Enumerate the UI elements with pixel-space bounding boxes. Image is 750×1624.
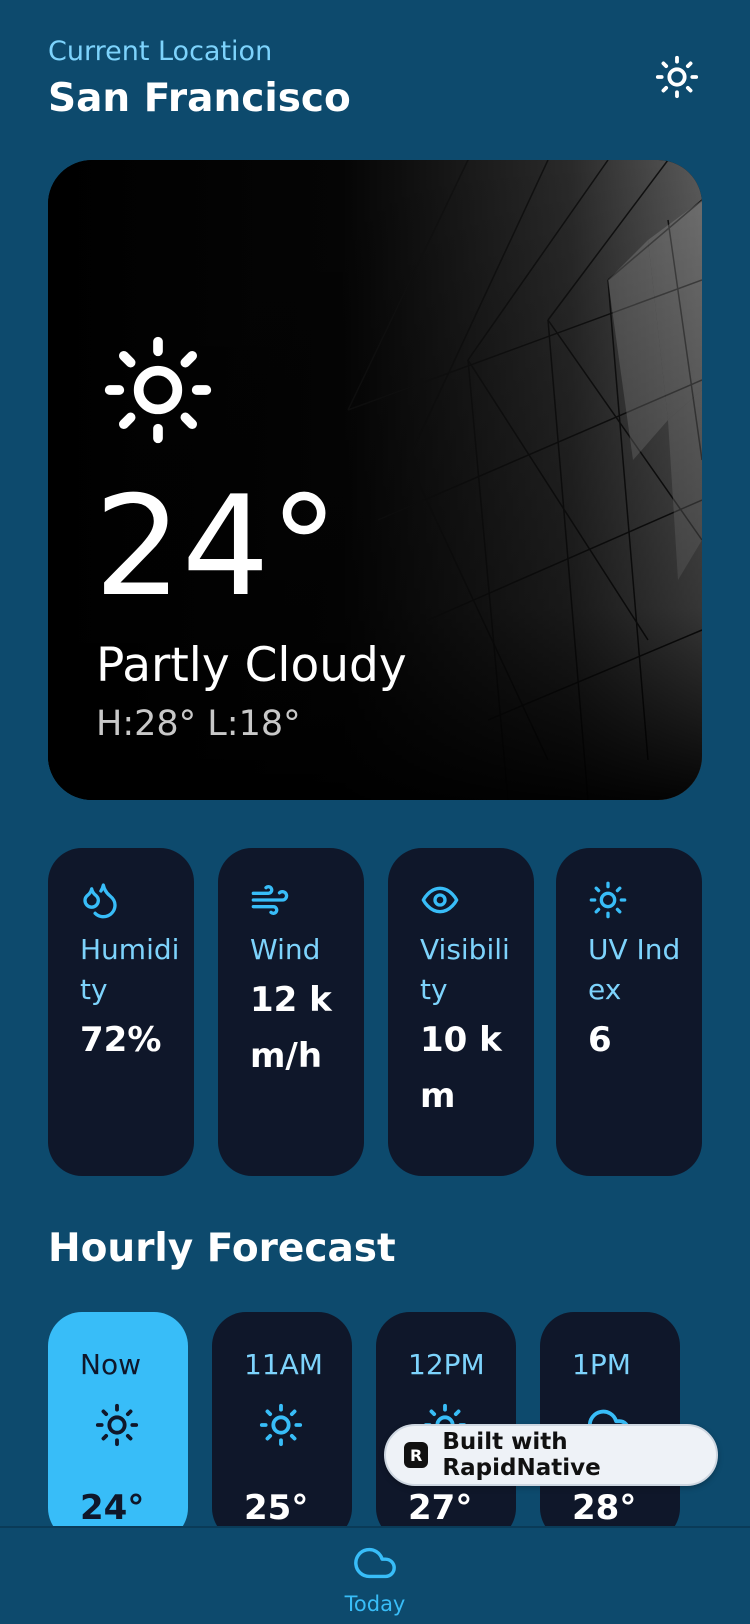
rapidnative-logo-icon: R [404, 1442, 429, 1468]
eye-icon [421, 886, 459, 914]
weather-condition: Partly Cloudy [96, 638, 407, 693]
sun-icon [104, 336, 212, 444]
theme-toggle-button[interactable] [652, 52, 702, 102]
tab-today-label: Today [344, 1592, 406, 1616]
bottom-tab-bar: Today [0, 1526, 750, 1624]
sun-icon [655, 55, 699, 99]
sun-icon [95, 1403, 139, 1447]
hourly-time: 1PM [572, 1348, 631, 1381]
stat-card-uv-index: UV Index 6 [556, 848, 702, 1176]
header: Current Location San Francisco [48, 34, 702, 124]
hourly-time: 11AM [244, 1348, 323, 1381]
hourly-time: Now [80, 1348, 141, 1381]
stat-value: 10 km [420, 1020, 502, 1116]
stat-label: Wind [250, 933, 321, 966]
current-temperature: 24° [94, 466, 339, 627]
cloud-icon [354, 1547, 396, 1579]
stat-value: 12 km/h [250, 980, 332, 1076]
tab-today[interactable]: Today [340, 1540, 410, 1624]
hourly-temperature: 27° [408, 1488, 473, 1528]
hourly-forecast-title: Hourly Forecast [48, 1226, 396, 1271]
hourly-temperature: 24° [80, 1488, 145, 1528]
stat-label: Humidity [80, 933, 180, 1006]
high-low-temperature: H:28° L:18° [96, 704, 301, 744]
weather-stats: Humidity 72% Wind 12 km/h Visibility 10 … [48, 848, 702, 1176]
hourly-forecast-list[interactable]: Now 24° 11AM 25° 12PM 27° 1PM 28° [48, 1312, 750, 1542]
city-name[interactable]: San Francisco [48, 76, 351, 121]
sun-icon [589, 881, 627, 919]
hourly-time: 12PM [408, 1348, 485, 1381]
wind-icon [251, 885, 289, 915]
stat-card-visibility: Visibility 10 km [388, 848, 534, 1176]
current-weather-card: 24° Partly Cloudy H:28° L:18° [48, 160, 702, 800]
hourly-temperature: 28° [572, 1488, 637, 1528]
location-label: Current Location [48, 36, 273, 67]
stat-card-humidity: Humidity 72% [48, 848, 194, 1176]
droplets-icon [83, 883, 117, 919]
stat-label: UV Index [588, 933, 681, 1006]
hourly-temperature: 25° [244, 1488, 309, 1528]
stat-value: 6 [588, 1020, 612, 1060]
current-weather-icon [100, 332, 216, 452]
hourly-item-11am[interactable]: 11AM 25° [212, 1312, 352, 1542]
badge-text: Built with RapidNative [442, 1429, 601, 1481]
built-with-rapidnative-badge[interactable]: R Built with RapidNative [384, 1424, 718, 1486]
stat-value: 72% [80, 1020, 162, 1060]
sun-icon [259, 1403, 303, 1447]
stat-card-wind: Wind 12 km/h [218, 848, 364, 1176]
hourly-item-now[interactable]: Now 24° [48, 1312, 188, 1542]
stat-label: Visibility [420, 933, 510, 1006]
